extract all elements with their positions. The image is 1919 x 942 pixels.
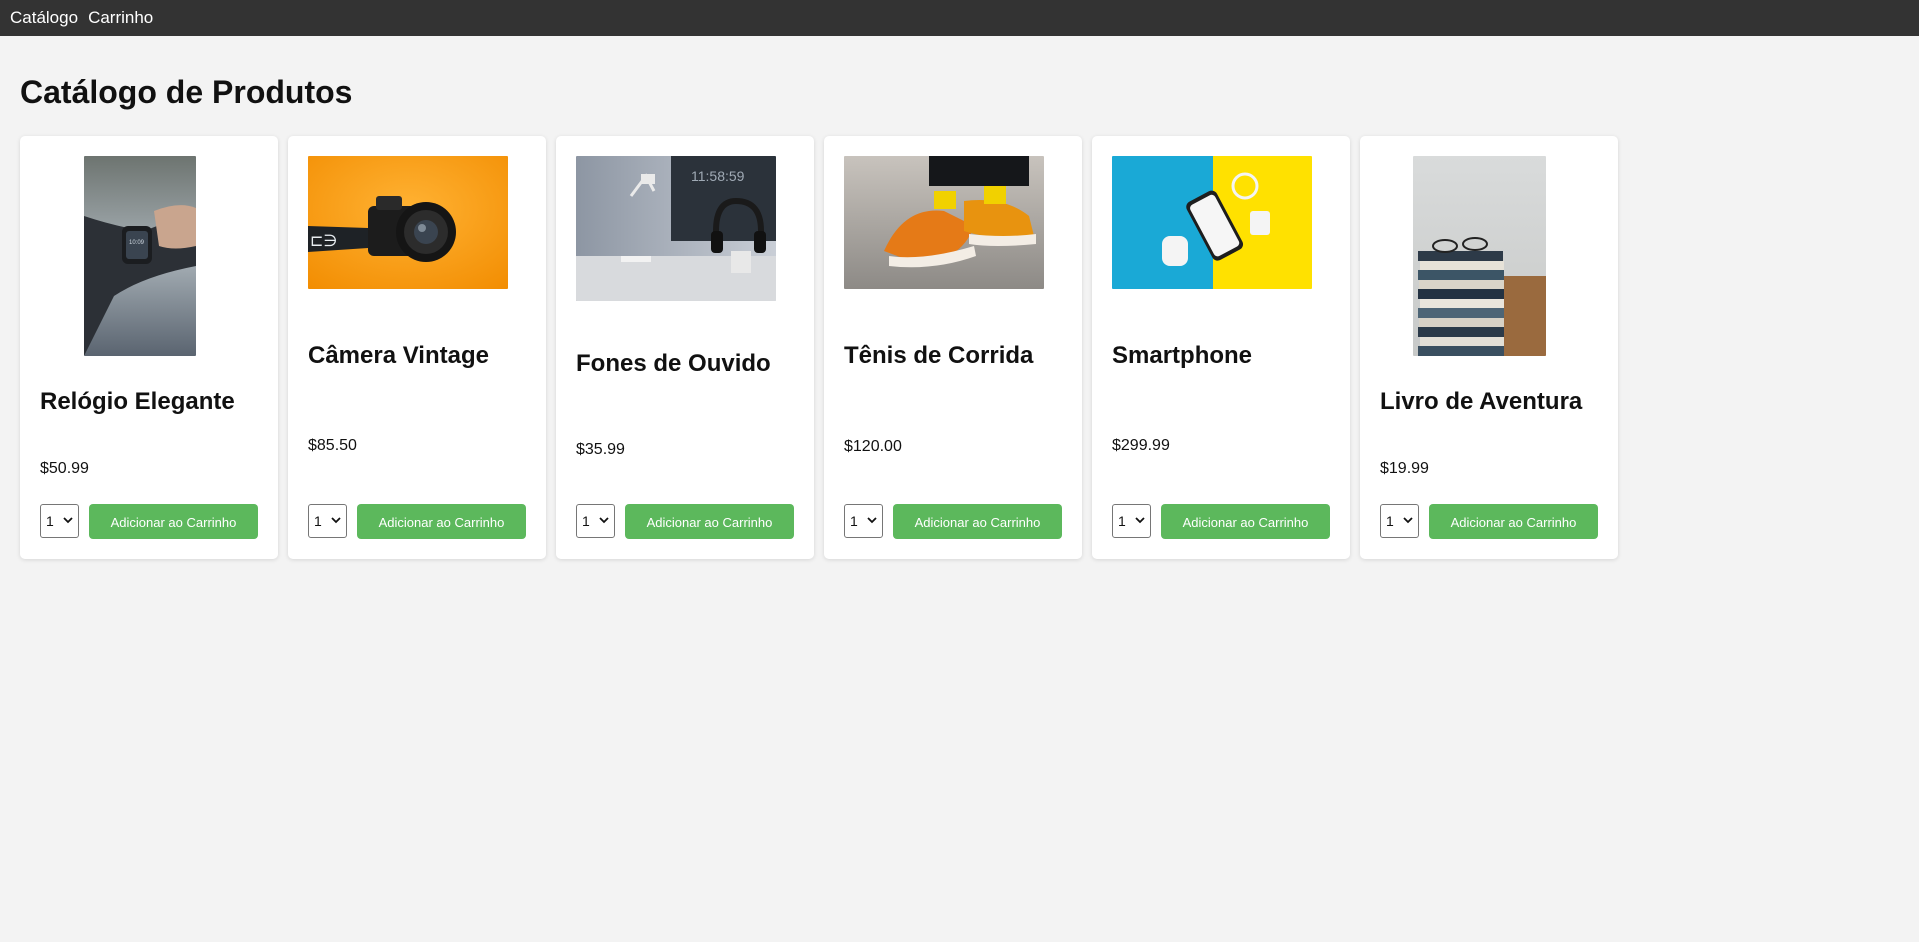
- product-image-smartphone: [1112, 156, 1312, 289]
- product-card: ⊏∋ Câmera Vintage $85.50 1 Adicionar ao …: [288, 136, 546, 559]
- page-title: Catálogo de Produtos: [20, 74, 353, 110]
- product-name: Câmera Vintage: [308, 342, 489, 369]
- chevron-down-icon: [331, 517, 341, 524]
- add-to-cart-button[interactable]: Adicionar ao Carrinho: [893, 504, 1062, 539]
- nav-link-catalogo[interactable]: Catálogo: [10, 3, 78, 33]
- product-card: 10:09 Relógio Elegante $50.99 1 Adiciona…: [20, 136, 278, 559]
- product-name: Fones de Ouvido: [576, 350, 771, 377]
- product-image-smartwatch: 10:09: [84, 156, 196, 356]
- quantity-select[interactable]: 1: [40, 504, 79, 538]
- add-to-cart-button[interactable]: Adicionar ao Carrinho: [89, 504, 258, 539]
- product-name: Relógio Elegante: [40, 388, 235, 415]
- quantity-value: 1: [1118, 513, 1126, 529]
- quantity-value: 1: [850, 513, 858, 529]
- chevron-down-icon: [599, 517, 609, 524]
- svg-text:11:58:59: 11:58:59: [691, 168, 745, 184]
- product-image-headphones: 11:58:59: [576, 156, 776, 301]
- product-price: $299.99: [1112, 437, 1170, 454]
- quantity-value: 1: [46, 513, 54, 529]
- product-card: 11:58:59 Fones de Ouvido $35.99 1 Adicio…: [556, 136, 814, 559]
- quantity-select[interactable]: 1: [1112, 504, 1151, 538]
- product-image-camera: ⊏∋: [308, 156, 508, 289]
- svg-text:⊏∋: ⊏∋: [310, 233, 337, 250]
- add-to-cart-button[interactable]: Adicionar ao Carrinho: [1161, 504, 1330, 539]
- product-card: Smartphone $299.99 1 Adicionar ao Carrin…: [1092, 136, 1350, 559]
- quantity-value: 1: [1386, 513, 1394, 529]
- quantity-select[interactable]: 1: [308, 504, 347, 538]
- product-name: Livro de Aventura: [1380, 388, 1583, 415]
- add-to-cart-button[interactable]: Adicionar ao Carrinho: [357, 504, 526, 539]
- quantity-select[interactable]: 1: [576, 504, 615, 538]
- product-price: $85.50: [308, 437, 357, 454]
- chevron-down-icon: [63, 517, 73, 524]
- product-name: Tênis de Corrida: [844, 342, 1034, 369]
- add-to-cart-button[interactable]: Adicionar ao Carrinho: [625, 504, 794, 539]
- product-price: $50.99: [40, 460, 89, 477]
- chevron-down-icon: [1135, 517, 1145, 524]
- product-price: $35.99: [576, 441, 625, 458]
- nav-link-carrinho[interactable]: Carrinho: [88, 3, 153, 33]
- chevron-down-icon: [1403, 517, 1413, 524]
- product-image-books: [1413, 156, 1546, 356]
- quantity-value: 1: [582, 513, 590, 529]
- quantity-select[interactable]: 1: [844, 504, 883, 538]
- product-image-sneakers: [844, 156, 1044, 289]
- chevron-down-icon: [867, 517, 877, 524]
- svg-text:10:09: 10:09: [129, 240, 145, 246]
- quantity-select[interactable]: 1: [1380, 504, 1419, 538]
- top-nav: Catálogo Carrinho: [0, 0, 1919, 36]
- quantity-value: 1: [314, 513, 322, 529]
- product-card: Tênis de Corrida $120.00 1 Adicionar ao …: [824, 136, 1082, 559]
- product-name: Smartphone: [1112, 342, 1253, 369]
- product-price: $19.99: [1380, 460, 1429, 477]
- add-to-cart-button[interactable]: Adicionar ao Carrinho: [1429, 504, 1598, 539]
- product-price: $120.00: [844, 438, 902, 455]
- product-card: Livro de Aventura $19.99 1 Adicionar ao …: [1360, 136, 1618, 559]
